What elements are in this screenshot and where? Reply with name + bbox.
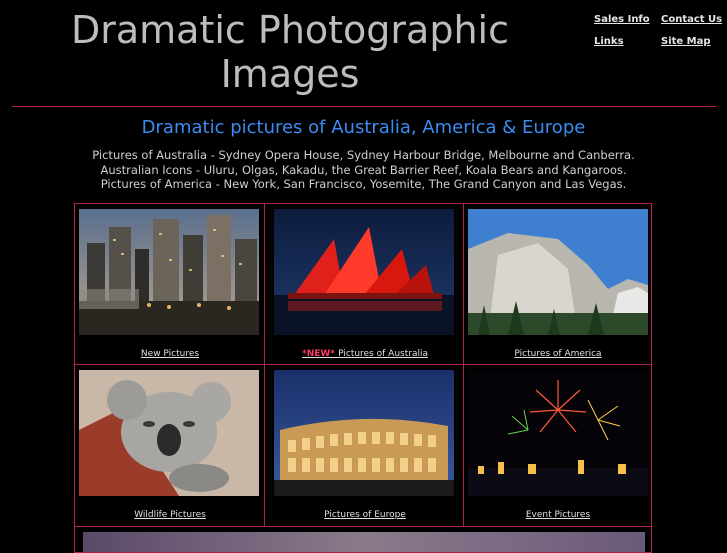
site-title-line1: Dramatic Photographic — [71, 8, 509, 52]
bottom-row-thumbnail[interactable] — [83, 532, 645, 552]
nav-contact-us-link[interactable]: Contact Us — [661, 14, 722, 25]
event-thumbnail[interactable] — [468, 370, 648, 496]
grid-divider — [75, 364, 651, 365]
intro-line: Pictures of America - New York, San Fran… — [100, 177, 627, 191]
el-capitan-photo — [468, 209, 648, 335]
new-pictures-link[interactable]: New Pictures — [75, 349, 265, 359]
australia-link[interactable]: *NEW* Pictures of Australia — [270, 349, 460, 359]
grid-divider — [463, 204, 464, 527]
gallery-grid: New Pictures *NEW* Pictures of Australia — [74, 203, 652, 553]
europe-thumbnail[interactable] — [274, 370, 454, 496]
sydney-city-photo — [79, 209, 259, 335]
nav-site-map-link[interactable]: Site Map — [661, 36, 711, 47]
event-caption: Event Pictures — [525, 510, 591, 520]
wildlife-link[interactable]: Wildlife Pictures — [75, 510, 265, 520]
nav-sales-info-link[interactable]: Sales Info — [594, 14, 650, 25]
grid-divider — [264, 204, 265, 527]
europe-caption: Pictures of Europe — [324, 510, 406, 520]
new-pictures-thumbnail[interactable] — [79, 209, 259, 335]
event-link[interactable]: Event Pictures — [463, 510, 653, 520]
america-thumbnail[interactable] — [468, 209, 648, 335]
america-caption: Pictures of America — [514, 349, 602, 359]
australia-caption: Pictures of Australia — [338, 349, 428, 359]
site-title: Dramatic Photographic Images — [60, 8, 520, 96]
intro-line: Pictures of Australia - Sydney Opera Hou… — [92, 148, 635, 162]
header-divider — [12, 106, 716, 107]
wildlife-thumbnail[interactable] — [79, 370, 259, 496]
new-badge: *NEW* — [301, 349, 339, 359]
page-headline: Dramatic pictures of Australia, America … — [141, 117, 586, 138]
australia-thumbnail[interactable] — [274, 209, 454, 335]
nav-links-link[interactable]: Links — [594, 36, 624, 47]
intro-text: Pictures of Australia - Sydney Opera Hou… — [0, 148, 727, 192]
grid-divider — [75, 526, 651, 527]
europe-link[interactable]: Pictures of Europe — [270, 510, 460, 520]
wildlife-caption: Wildlife Pictures — [134, 510, 206, 520]
america-link[interactable]: Pictures of America — [463, 349, 653, 359]
opera-house-photo — [274, 209, 454, 335]
intro-line: Australian Icons - Uluru, Olgas, Kakadu,… — [100, 162, 627, 177]
colosseum-photo — [274, 370, 454, 496]
koala-photo — [79, 370, 259, 496]
new-pictures-caption: New Pictures — [140, 349, 200, 359]
fireworks-photo — [468, 370, 648, 496]
site-title-line2: Images — [220, 52, 360, 96]
